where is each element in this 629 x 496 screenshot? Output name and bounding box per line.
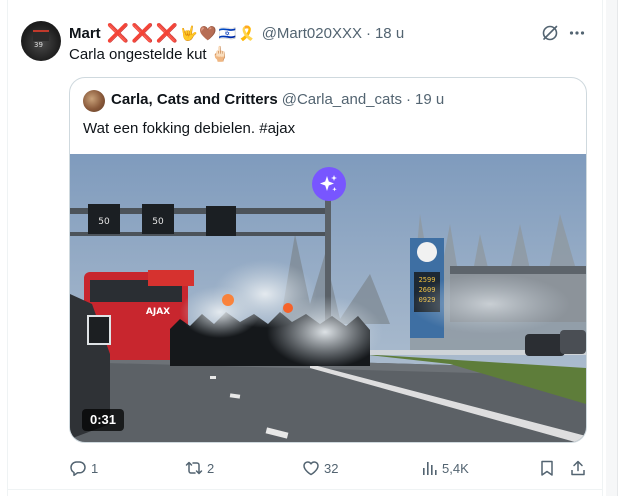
bus-label: AJAX <box>146 307 170 317</box>
quoted-avatar[interactable] <box>83 90 105 112</box>
reply-button[interactable]: 1 <box>69 458 98 478</box>
video-player[interactable]: 50 50 2599 2609 0929 <box>70 154 586 442</box>
sparkle-icon <box>320 175 337 192</box>
more-options-icon[interactable] <box>568 24 586 42</box>
separator-dot: · <box>365 24 371 42</box>
heart-icon <box>303 461 319 476</box>
avatar-graphic: 39 <box>34 41 43 49</box>
tweet-timestamp[interactable]: 18 u <box>375 25 404 42</box>
cross-mark-icon: ❌ <box>131 23 154 43</box>
reply-icon <box>70 461 86 477</box>
grok-sparkle-button[interactable] <box>312 167 346 201</box>
author-name-emojis: ❌ ❌ ❌ 🤟 🤎 🇮🇱 🎗️ <box>107 24 256 42</box>
share-button[interactable] <box>569 458 587 478</box>
repost-icon <box>185 461 203 475</box>
brown-heart-icon: 🤎 <box>199 25 217 41</box>
author-handle[interactable]: @Mart020XXX <box>262 25 362 42</box>
cross-mark-icon: ❌ <box>106 23 130 43</box>
repost-button[interactable]: 2 <box>185 458 214 478</box>
quoted-header: Carla, Cats and Critters @Carla_and_cats… <box>111 91 444 108</box>
share-icon <box>571 460 585 476</box>
yellow-ribbon-icon: 🎗️ <box>238 25 256 41</box>
rock-hand-icon: 🤟 <box>179 25 198 41</box>
avatar-shirt-graphic <box>33 30 49 41</box>
author-display-name[interactable]: Mart <box>69 25 101 42</box>
video-duration: 0:31 <box>82 409 125 431</box>
views-count: 5,4K <box>442 460 469 476</box>
quoted-timestamp: 19 u <box>415 91 445 108</box>
cross-mark-icon: ❌ <box>155 23 178 43</box>
repost-count: 2 <box>207 460 215 476</box>
timeline-left-border <box>7 0 8 496</box>
scrollbar-thumb[interactable] <box>617 0 626 496</box>
like-button[interactable]: 32 <box>302 458 338 478</box>
quoted-handle: @Carla_and_cats <box>281 91 403 108</box>
tweet-bottom-border <box>7 489 603 490</box>
speed-sign-left: 50 <box>98 217 110 227</box>
bookmark-icon <box>541 460 553 476</box>
timeline-right-border <box>602 0 603 496</box>
separator-dot: · <box>406 91 412 108</box>
quoted-display-name: Carla, Cats and Critters <box>111 91 278 108</box>
views-button[interactable]: 5,4K <box>420 458 469 478</box>
bookmark-button[interactable] <box>538 458 556 478</box>
grok-icon[interactable] <box>541 24 559 42</box>
tweet-actions: 1 2 32 5,4K <box>69 458 589 478</box>
fuel-price-1: 2599 <box>419 276 436 284</box>
avatar[interactable]: 39 <box>21 21 61 61</box>
reply-count: 1 <box>91 460 99 476</box>
quoted-tweet[interactable]: Carla, Cats and Critters @Carla_and_cats… <box>69 77 587 443</box>
tweet-header: Mart ❌ ❌ ❌ 🤟 🤎 🇮🇱 🎗️ @Mart020XXX · 18 u <box>69 23 404 43</box>
like-count: 32 <box>324 460 339 476</box>
quoted-text: Wat een fokking debielen. #ajax <box>83 120 296 137</box>
tweet-text: Carla ongestelde kut 🖕🏻 <box>69 46 230 63</box>
israel-flag-icon: 🇮🇱 <box>218 25 237 41</box>
views-chart-icon <box>423 462 437 475</box>
speed-sign-right: 50 <box>152 217 164 227</box>
